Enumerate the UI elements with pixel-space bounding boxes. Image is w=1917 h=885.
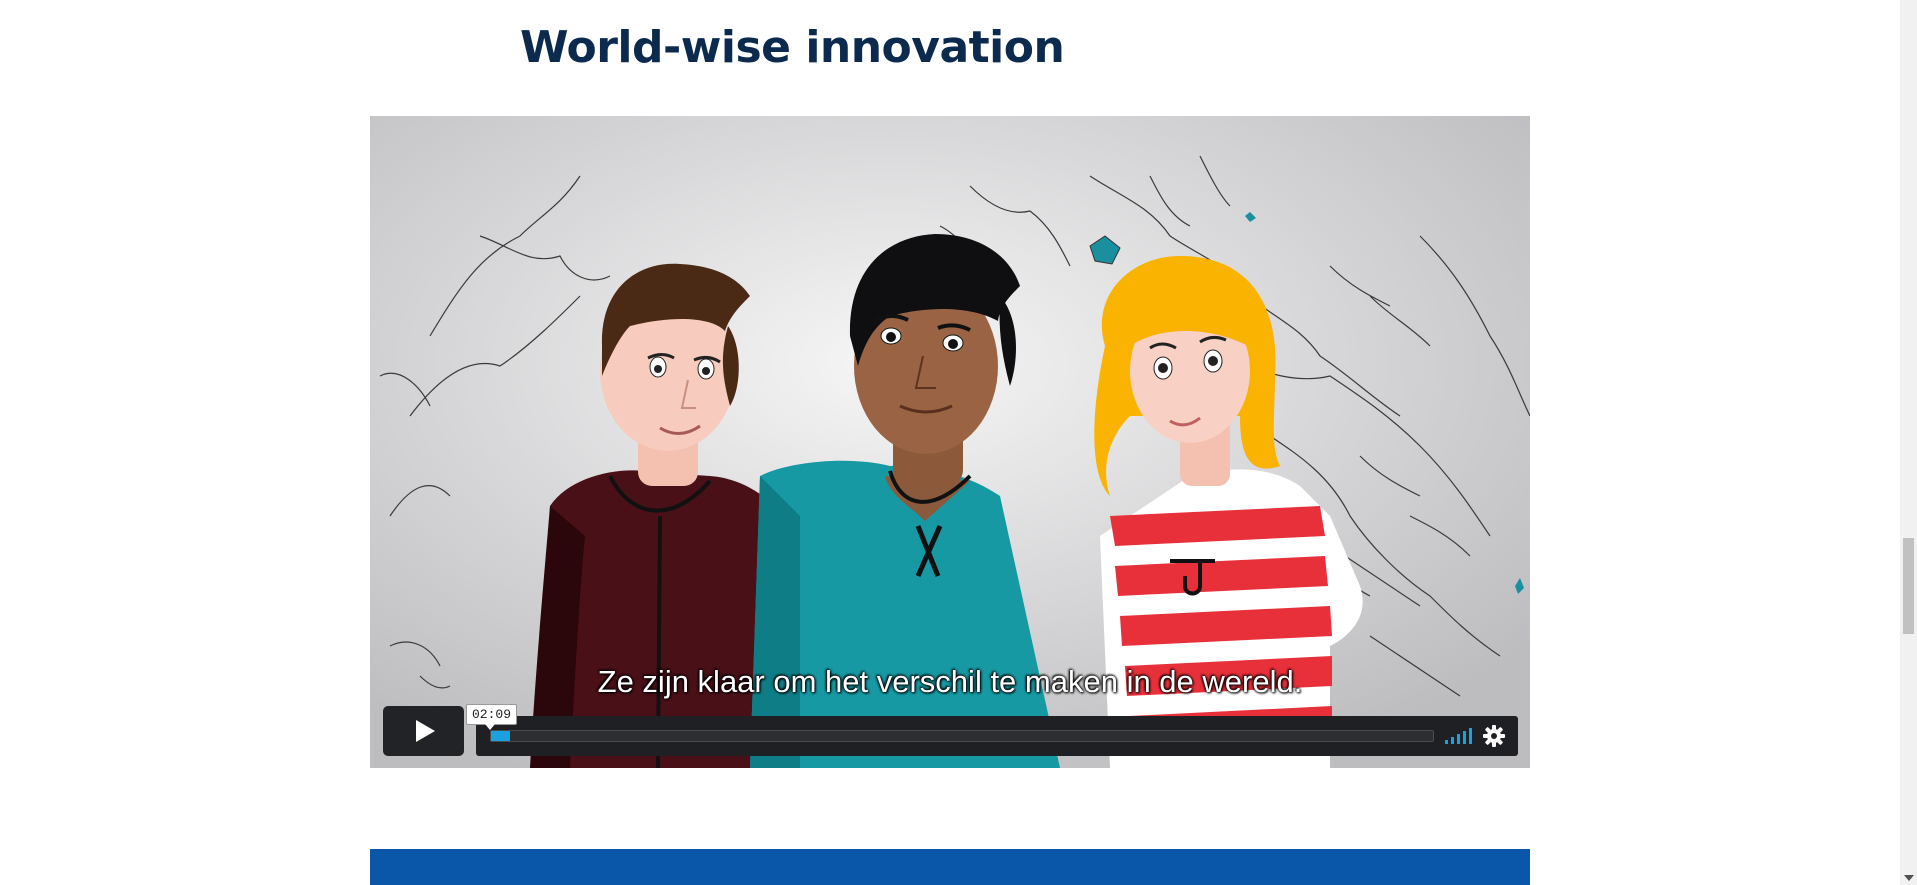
play-button[interactable] (383, 706, 464, 756)
progress-fill (491, 731, 510, 741)
scroll-down-arrow-icon[interactable] (1904, 875, 1914, 881)
volume-icon[interactable] (1444, 727, 1474, 745)
video-subtitle: Ze zijn klaar om het verschil te maken i… (597, 664, 1303, 699)
scroll-thumb[interactable] (1903, 538, 1914, 634)
time-tooltip: 02:09 (466, 704, 518, 730)
blue-banner (370, 849, 1530, 885)
progress-bar[interactable] (490, 730, 1434, 742)
gear-icon[interactable] (1483, 725, 1505, 747)
page-title: World-wise innovation (520, 22, 1065, 73)
video-player[interactable]: Ze zijn klaar om het verschil te maken i… (370, 116, 1530, 768)
scrollbar[interactable] (1900, 0, 1917, 885)
video-control-bar (476, 716, 1518, 756)
play-icon (415, 720, 435, 742)
